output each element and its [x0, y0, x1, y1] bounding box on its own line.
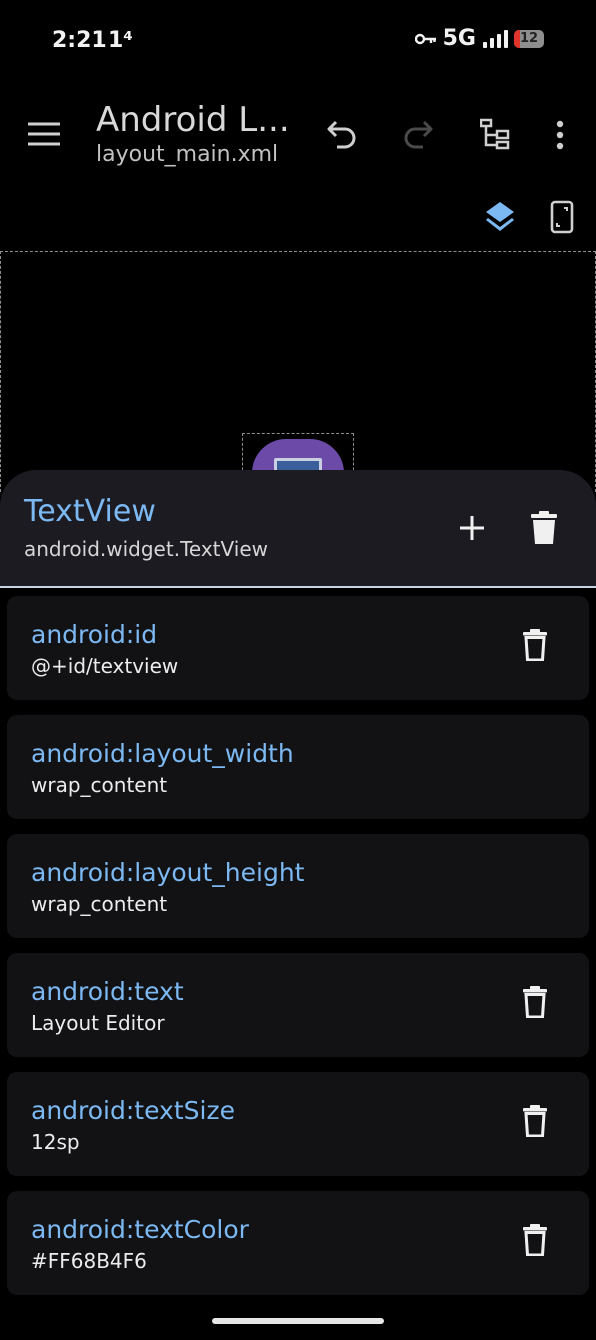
delete-attribute-icon[interactable] [523, 1224, 547, 1256]
attribute-name: android:textSize [31, 1096, 235, 1125]
battery-level: 12 [519, 31, 539, 46]
attribute-name: android:id [31, 620, 158, 649]
attribute-value: @+id/textview [31, 654, 179, 678]
attribute-value: 12sp [31, 1130, 80, 1154]
redo-icon[interactable] [402, 118, 434, 150]
status-indicators: 5G 12 [414, 26, 544, 51]
delete-attribute-icon[interactable] [523, 986, 547, 1018]
attribute-value: #FF68B4F6 [31, 1249, 147, 1273]
app-title: Android L... [96, 100, 290, 140]
device-icon[interactable] [550, 200, 574, 234]
undo-icon[interactable] [326, 118, 358, 150]
file-name: layout_main.xml [96, 142, 279, 167]
attribute-card[interactable]: android:layout_height wrap_content [7, 834, 589, 938]
delete-icon[interactable] [531, 511, 557, 545]
status-time: 2:21 [52, 28, 107, 53]
sheet-subtitle: android.widget.TextView [24, 537, 268, 561]
attribute-name: android:textColor [31, 1215, 249, 1244]
home-indicator[interactable] [212, 1318, 384, 1324]
sheet-title: TextView [24, 494, 156, 529]
attribute-card[interactable]: android:layout_width wrap_content [7, 715, 589, 819]
tree-icon[interactable] [480, 118, 510, 150]
attribute-card[interactable]: android:textColor #FF68B4F6 [7, 1191, 589, 1295]
attribute-value: Layout Editor [31, 1011, 165, 1035]
attribute-card[interactable]: android:text Layout Editor [7, 953, 589, 1057]
key-icon [414, 32, 437, 46]
more-vert-icon[interactable] [554, 120, 566, 150]
attribute-card[interactable]: android:textSize 12sp [7, 1072, 589, 1176]
attribute-card[interactable]: android:id @+id/textview [7, 596, 589, 700]
attribute-name: android:layout_width [31, 739, 294, 768]
layers-icon[interactable] [484, 200, 516, 234]
delete-attribute-icon[interactable] [523, 1105, 547, 1137]
attribute-name: android:text [31, 977, 184, 1006]
status-notification-count: 1⁴ [108, 28, 133, 53]
attribute-value: wrap_content [31, 773, 168, 797]
network-type: 5G [442, 26, 476, 51]
battery-icon: 12 [514, 29, 544, 48]
attribute-name: android:layout_height [31, 858, 305, 887]
attribute-value: wrap_content [31, 892, 168, 916]
add-icon[interactable] [458, 514, 486, 542]
menu-icon[interactable] [28, 122, 60, 146]
signal-icon [482, 29, 508, 48]
delete-attribute-icon[interactable] [523, 629, 547, 661]
